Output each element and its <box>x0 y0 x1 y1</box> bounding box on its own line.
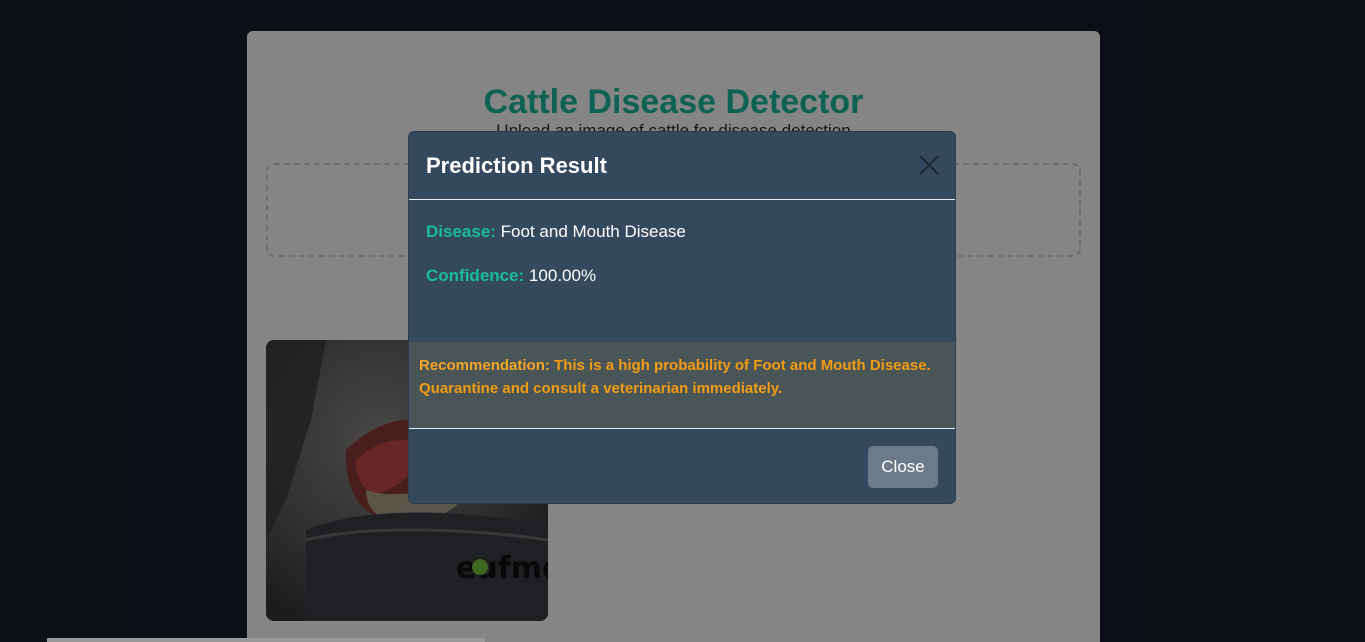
recommendation-box: Recommendation: This is a high probabili… <box>409 342 955 428</box>
disease-label: Disease: <box>426 222 496 241</box>
confidence-value: 100.00% <box>528 266 597 285</box>
page: Cattle Disease Detector Upload an image … <box>0 0 1365 642</box>
close-icon[interactable] <box>917 153 941 177</box>
confidence-result: Confidence: 100.00% <box>426 266 596 286</box>
disease-result: Disease: Foot and Mouth Disease <box>426 222 686 242</box>
modal-header: Prediction Result <box>409 132 955 200</box>
close-button[interactable]: Close <box>868 446 938 488</box>
disease-value: Foot and Mouth Disease <box>500 222 686 241</box>
horizontal-scrollbar[interactable] <box>47 638 485 642</box>
confidence-label: Confidence: <box>426 266 525 285</box>
modal-footer: Close <box>409 428 955 503</box>
prediction-modal: Prediction Result Disease: Foot and Mout… <box>408 131 956 504</box>
modal-title: Prediction Result <box>426 153 607 178</box>
recommendation-label: Recommendation: <box>419 357 550 374</box>
